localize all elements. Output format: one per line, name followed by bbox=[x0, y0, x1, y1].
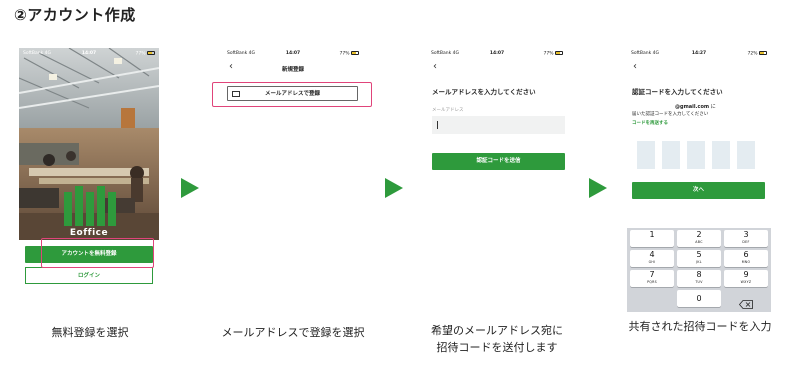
key-digit: 1 bbox=[649, 230, 655, 239]
step3-caption-line1: 希望のメールアドレス宛に bbox=[431, 324, 563, 337]
next-step-arrow-icon bbox=[181, 178, 199, 198]
keypad-key-3[interactable]: 3 DEF bbox=[724, 230, 768, 247]
next-step-arrow-icon bbox=[589, 178, 607, 198]
key-letters: DEF bbox=[742, 240, 750, 244]
text-cursor bbox=[437, 121, 438, 129]
code-digit-box[interactable] bbox=[662, 141, 680, 169]
key-digit: 6 bbox=[743, 250, 749, 259]
key-digit: 3 bbox=[743, 230, 749, 239]
resend-code-link[interactable]: コードを再送する bbox=[632, 120, 668, 126]
key-letters: JKL bbox=[696, 260, 702, 264]
battery-label: 77% bbox=[543, 51, 554, 57]
battery-label: 72% bbox=[747, 51, 758, 57]
keypad-key-7[interactable]: 7 PQRS bbox=[630, 270, 674, 287]
eoffice-logo-icon bbox=[64, 186, 116, 226]
next-button[interactable]: 次へ bbox=[632, 182, 765, 199]
step3-caption-line2: 招待コードを送付します bbox=[436, 341, 558, 354]
code-digit-box[interactable] bbox=[637, 141, 655, 169]
status-bar: SoftBank 4G 14:07 77% bbox=[19, 48, 159, 60]
step1-caption: 無料登録を選択 bbox=[51, 326, 129, 339]
email-address: @gmail.com bbox=[675, 104, 710, 110]
status-bar: SoftBank 4G 14:07 77% bbox=[427, 48, 567, 60]
key-letters: PQRS bbox=[647, 280, 657, 284]
battery-indicator: 77% bbox=[544, 51, 563, 57]
email-field-label: メールアドレス bbox=[432, 108, 464, 113]
battery-indicator: 72% bbox=[748, 51, 767, 57]
keypad-key-2[interactable]: 2 ABC bbox=[677, 230, 721, 247]
screen-enter-email: SoftBank 4G 14:07 77% ‹ メールアドレスを入力してください… bbox=[427, 48, 567, 312]
keypad-key-0[interactable]: 0 bbox=[677, 290, 721, 307]
code-digit-box[interactable] bbox=[712, 141, 730, 169]
nav-title: 新規登録 bbox=[281, 67, 304, 73]
back-chevron-icon[interactable]: ‹ bbox=[433, 62, 437, 72]
keypad-key-5[interactable]: 5 JKL bbox=[677, 250, 721, 267]
key-digit: 0 bbox=[696, 294, 702, 303]
page-title: ②アカウント作成 bbox=[14, 6, 136, 24]
battery-indicator: 77% bbox=[136, 51, 155, 57]
key-digit: 9 bbox=[743, 270, 749, 279]
sent-message: 届いた認証コードを入力してください bbox=[632, 112, 709, 117]
step3-caption: 希望のメールアドレス宛に 招待コードを送付します bbox=[412, 322, 582, 356]
email-heading: メールアドレスを入力してください bbox=[432, 88, 536, 96]
key-digit: 2 bbox=[696, 230, 702, 239]
keypad-key-9[interactable]: 9 WXYZ bbox=[724, 270, 768, 287]
key-letters: ABC bbox=[695, 240, 703, 244]
back-chevron-icon[interactable]: ‹ bbox=[633, 62, 637, 72]
email-line: @gmail.com に bbox=[675, 103, 716, 110]
backspace-key-icon[interactable] bbox=[738, 294, 753, 309]
login-button[interactable]: ログイン bbox=[25, 267, 153, 284]
battery-indicator: 77% bbox=[340, 51, 359, 57]
battery-icon bbox=[759, 51, 767, 55]
email-signup-highlight bbox=[212, 82, 372, 107]
keypad-key-4[interactable]: 4 GHI bbox=[630, 250, 674, 267]
battery-icon bbox=[555, 51, 563, 55]
battery-label: 77% bbox=[339, 51, 350, 57]
send-code-button[interactable]: 認証コードを送信 bbox=[432, 153, 565, 170]
keypad-key-1[interactable]: 1 bbox=[630, 230, 674, 247]
keypad-key-8[interactable]: 8 TUV bbox=[677, 270, 721, 287]
email-field[interactable] bbox=[432, 116, 565, 134]
key-digit: 4 bbox=[649, 250, 655, 259]
screen-welcome: SoftBank 4G 14:07 77% Eoffice アカウントを無料登録… bbox=[19, 48, 159, 312]
next-step-arrow-icon bbox=[385, 178, 403, 198]
numeric-keypad: 1 2 ABC 3 DEF 4 GHI 5 JKL 6 MNO 7 PQRS 8 TUV 9W… bbox=[627, 228, 771, 312]
status-bar: SoftBank 4G 14:27 72% bbox=[627, 48, 771, 60]
key-digit: 7 bbox=[649, 270, 655, 279]
step2-caption: メールアドレスで登録を選択 bbox=[221, 326, 365, 339]
key-letters: TUV bbox=[695, 280, 703, 284]
status-bar: SoftBank 4G 14:07 77% bbox=[223, 48, 363, 60]
step4-caption: 共有された招待コードを入力 bbox=[628, 320, 772, 333]
key-letters: GHI bbox=[648, 260, 656, 264]
key-letters: WXYZ bbox=[740, 280, 752, 284]
code-heading: 認証コードを入力してください bbox=[632, 88, 723, 96]
code-digit-box[interactable] bbox=[737, 141, 755, 169]
battery-icon bbox=[147, 51, 155, 55]
key-letters: MNO bbox=[741, 260, 751, 264]
code-digit-box[interactable] bbox=[687, 141, 705, 169]
key-digit: 8 bbox=[696, 270, 702, 279]
screen-enter-code: SoftBank 4G 14:27 72% ‹ 認証コードを入力してください @… bbox=[627, 48, 771, 312]
logo-wordmark: Eoffice bbox=[69, 228, 109, 238]
battery-icon bbox=[351, 51, 359, 55]
keypad-key-6[interactable]: 6 MNO bbox=[724, 250, 768, 267]
signup-highlight bbox=[41, 238, 154, 268]
email-suffix: に bbox=[710, 104, 716, 110]
key-digit: 5 bbox=[696, 250, 702, 259]
battery-label: 77% bbox=[135, 51, 146, 57]
